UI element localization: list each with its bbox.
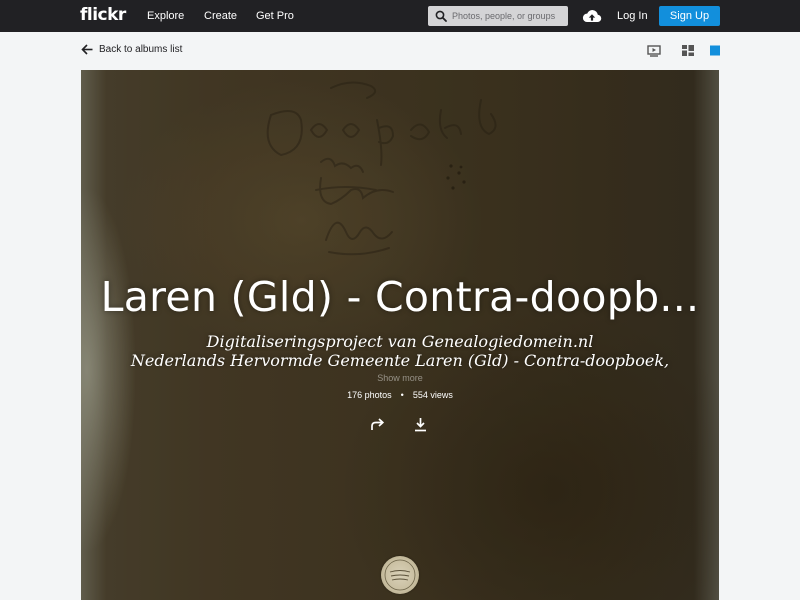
back-to-albums-link[interactable]: Back to albums list bbox=[81, 44, 182, 55]
album-description-line2: Nederlands Hervormde Gemeente Laren (Gld… bbox=[130, 351, 670, 370]
signup-button[interactable]: Sign Up bbox=[659, 6, 720, 26]
search-box bbox=[428, 6, 568, 26]
owner-avatar[interactable] bbox=[381, 556, 419, 594]
album-stats: 176 photos • 554 views bbox=[81, 390, 719, 400]
nav-create[interactable]: Create bbox=[204, 10, 237, 22]
album-description-line1: Digitaliseringsproject van Genealogiedom… bbox=[206, 332, 594, 351]
share-icon[interactable] bbox=[370, 417, 386, 431]
top-navigation-bar: flickr Explore Create Get Pro Log In Sig… bbox=[0, 0, 800, 32]
slideshow-icon[interactable] bbox=[647, 45, 661, 57]
nav-get-pro[interactable]: Get Pro bbox=[256, 10, 294, 22]
arrow-left-icon bbox=[81, 44, 93, 55]
view-count: 554 views bbox=[412, 390, 453, 400]
grid-layout-icon[interactable] bbox=[682, 45, 694, 56]
back-label: Back to albums list bbox=[99, 44, 183, 55]
nav-explore[interactable]: Explore bbox=[147, 10, 184, 22]
single-view-icon[interactable] bbox=[710, 45, 720, 56]
show-more-link[interactable]: Show more bbox=[81, 373, 719, 383]
search-input[interactable] bbox=[452, 6, 562, 26]
login-link[interactable]: Log In bbox=[617, 10, 648, 22]
avatar-seal-image bbox=[384, 559, 416, 591]
album-toolbar: Back to albums list bbox=[0, 32, 800, 70]
download-icon[interactable] bbox=[414, 417, 427, 432]
photo-count: 176 photos bbox=[347, 390, 392, 400]
album-title: Laren (Gld) - Contra-doopb... bbox=[100, 273, 700, 321]
search-icon[interactable] bbox=[435, 10, 447, 22]
stats-separator: • bbox=[400, 390, 404, 400]
flickr-logo[interactable]: flickr bbox=[80, 5, 126, 25]
album-cover: Laren (Gld) - Contra-doopb... Digitalise… bbox=[81, 70, 719, 600]
upload-cloud-icon[interactable] bbox=[582, 8, 602, 24]
